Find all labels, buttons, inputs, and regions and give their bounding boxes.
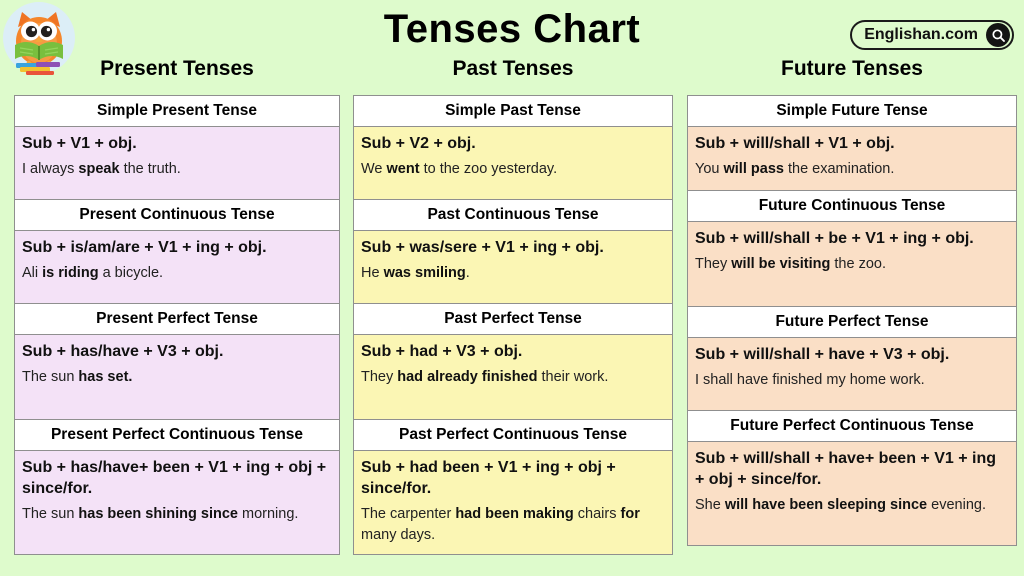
tense-title: Simple Future Tense	[688, 96, 1016, 127]
tense-block: Future Perfect Continuous Tense Sub + wi…	[688, 411, 1016, 546]
tense-title: Future Perfect Tense	[688, 307, 1016, 338]
brand-badge[interactable]: Englishan.com	[850, 20, 1014, 50]
tense-title: Simple Past Tense	[354, 96, 672, 127]
tense-formula: Sub + has/have + V3 + obj.	[22, 343, 224, 360]
tense-content: Sub + had been + V1 + ing + obj + since/…	[354, 451, 672, 555]
tense-formula: Sub + V1 + obj.	[22, 135, 137, 152]
tense-title: Present Perfect Continuous Tense	[15, 420, 339, 451]
tense-content: Sub + has/have+ been + V1 + ing + obj + …	[15, 451, 339, 555]
tense-block: Simple Future Tense Sub + will/shall + V…	[688, 96, 1016, 191]
tense-block: Past Perfect Continuous Tense Sub + had …	[354, 420, 672, 555]
search-icon[interactable]	[986, 23, 1010, 47]
tense-example: The carpenter had been making chairs for…	[361, 506, 640, 543]
tense-block: Present Continuous Tense Sub + is/am/are…	[15, 200, 339, 304]
tense-example: They will be visiting the zoo.	[695, 256, 886, 272]
tense-example: They had already finished their work.	[361, 369, 609, 385]
tense-block: Past Perfect Tense Sub + had + V3 + obj.…	[354, 304, 672, 420]
tense-formula: Sub + had been + V1 + ing + obj + since/…	[361, 459, 616, 497]
tense-example: You will pass the examination.	[695, 161, 895, 177]
column-heading-past: Past Tenses	[452, 57, 574, 80]
tense-block: Present Perfect Tense Sub + has/have + V…	[15, 304, 339, 420]
tense-content: Sub + will/shall + have+ been + V1 + ing…	[688, 442, 1016, 546]
tense-block: Simple Past Tense Sub + V2 + obj. We wen…	[354, 96, 672, 200]
tense-example: We went to the zoo yesterday.	[361, 161, 558, 177]
tense-title: Past Perfect Continuous Tense	[354, 420, 672, 451]
tense-formula: Sub + has/have+ been + V1 + ing + obj + …	[22, 459, 327, 497]
tense-title: Simple Present Tense	[15, 96, 339, 127]
tense-example: The sun has been shining since morning.	[22, 506, 299, 522]
tense-content: Sub + has/have + V3 + obj. The sun has s…	[15, 335, 339, 420]
tense-title: Present Continuous Tense	[15, 200, 339, 231]
tense-example: She will have been sleeping since evenin…	[695, 497, 986, 513]
tense-content: Sub + V2 + obj. We went to the zoo yeste…	[354, 127, 672, 200]
tense-content: Sub + will/shall + be + V1 + ing + obj. …	[688, 222, 1016, 307]
tense-formula: Sub + V2 + obj.	[361, 135, 476, 152]
tense-formula: Sub + had + V3 + obj.	[361, 343, 523, 360]
tense-formula: Sub + was/sere + V1 + ing + obj.	[361, 239, 604, 256]
tense-formula: Sub + is/am/are + V1 + ing + obj.	[22, 239, 267, 256]
tense-block: Present Perfect Continuous Tense Sub + h…	[15, 420, 339, 555]
past-tenses-column: Simple Past Tense Sub + V2 + obj. We wen…	[353, 95, 673, 555]
column-heading-present: Present Tenses	[100, 57, 254, 80]
tense-content: Sub + was/sere + V1 + ing + obj. He was …	[354, 231, 672, 304]
tense-formula: Sub + will/shall + be + V1 + ing + obj.	[695, 230, 974, 247]
tense-example: Ali is riding a bicycle.	[22, 265, 164, 281]
tense-example: I always speak the truth.	[22, 161, 181, 177]
tense-content: Sub + had + V3 + obj. They had already f…	[354, 335, 672, 420]
tense-content: Sub + will/shall + have + V3 + obj. I sh…	[688, 338, 1016, 411]
tense-title: Past Continuous Tense	[354, 200, 672, 231]
tense-content: Sub + will/shall + V1 + obj. You will pa…	[688, 127, 1016, 191]
tense-example: I shall have finished my home work.	[695, 372, 925, 388]
column-heading-future: Future Tenses	[781, 57, 923, 80]
present-tenses-column: Simple Present Tense Sub + V1 + obj. I a…	[14, 95, 340, 555]
tense-block: Simple Present Tense Sub + V1 + obj. I a…	[15, 96, 339, 200]
tense-title: Past Perfect Tense	[354, 304, 672, 335]
column-headings: Present Tenses Past Tenses Future Tenses	[0, 56, 1024, 88]
brand-label: Englishan.com	[864, 26, 978, 43]
tense-block: Past Continuous Tense Sub + was/sere + V…	[354, 200, 672, 304]
tense-example: The sun has set.	[22, 369, 133, 385]
tense-example: He was smiling.	[361, 265, 470, 281]
tense-block: Future Continuous Tense Sub + will/shall…	[688, 191, 1016, 307]
tense-title: Future Continuous Tense	[688, 191, 1016, 222]
tense-title: Present Perfect Tense	[15, 304, 339, 335]
tense-formula: Sub + will/shall + have+ been + V1 + ing…	[695, 450, 997, 488]
page-header: Tenses Chart Englishan.com Present Tense…	[0, 0, 1024, 88]
tense-formula: Sub + will/shall + V1 + obj.	[695, 135, 895, 152]
tense-content: Sub + V1 + obj. I always speak the truth…	[15, 127, 339, 200]
tense-columns: Simple Present Tense Sub + V1 + obj. I a…	[0, 95, 1024, 576]
tenses-chart-page: Tenses Chart Englishan.com Present Tense…	[0, 0, 1024, 576]
tense-content: Sub + is/am/are + V1 + ing + obj. Ali is…	[15, 231, 339, 304]
future-tenses-column: Simple Future Tense Sub + will/shall + V…	[687, 95, 1017, 546]
tense-formula: Sub + will/shall + have + V3 + obj.	[695, 346, 950, 363]
tense-block: Future Perfect Tense Sub + will/shall + …	[688, 307, 1016, 411]
tense-title: Future Perfect Continuous Tense	[688, 411, 1016, 442]
